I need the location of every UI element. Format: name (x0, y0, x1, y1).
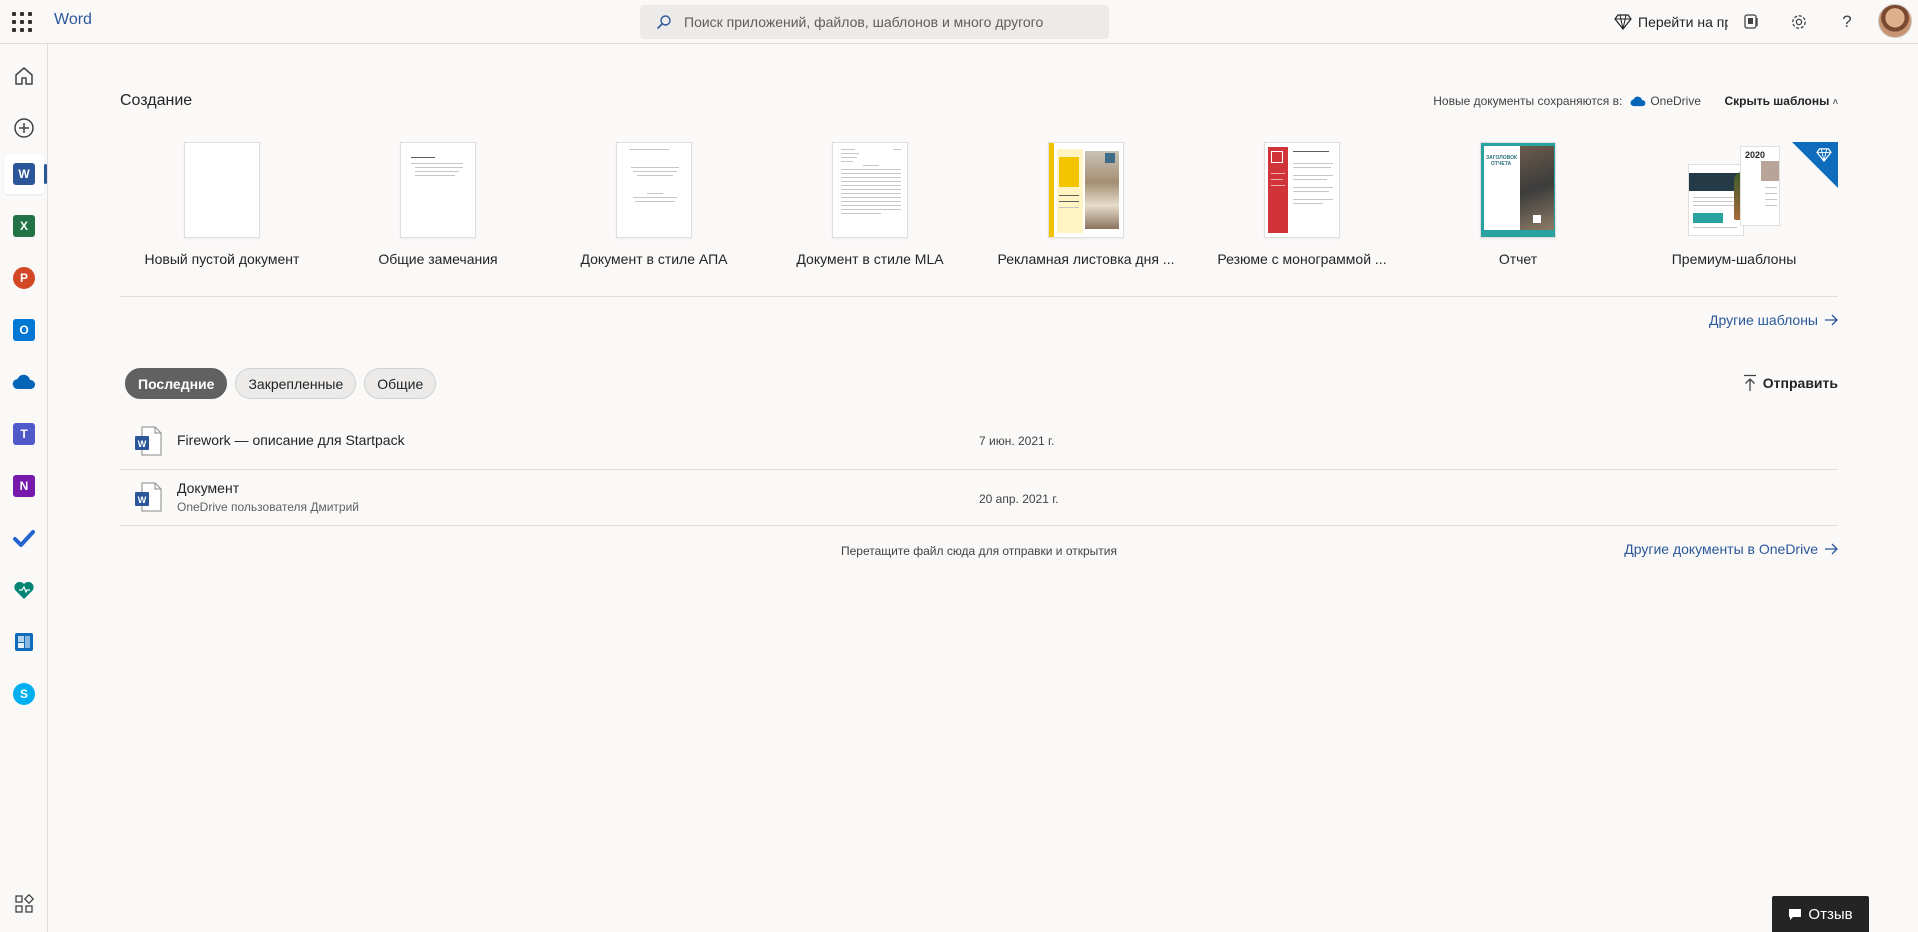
onenote-app-icon[interactable]: N (4, 466, 44, 506)
home-icon[interactable] (4, 56, 44, 96)
template-monogram-resume[interactable]: Резюме с монограммой ... (1194, 142, 1410, 267)
template-label: Премиум-шаблоны (1671, 251, 1797, 267)
template-general-notes[interactable]: Общие замечания (330, 142, 546, 267)
template-mla[interactable]: Документ в стиле MLA (762, 142, 978, 267)
save-location-label: Новые документы сохраняются в: (1433, 94, 1623, 108)
tab-recent[interactable]: Последние (125, 368, 228, 399)
chevron-up-icon: ˄ (1832, 97, 1838, 107)
premium-template-thumbnail: 2020 (1686, 142, 1782, 238)
search-icon (657, 15, 671, 29)
onedrive-icon (1630, 96, 1646, 106)
drop-hint: Перетащите файл сюда для отправки и откр… (841, 544, 1117, 558)
upload-label: Отправить (1762, 375, 1838, 391)
divider (120, 296, 1838, 297)
help-icon[interactable]: ? (1834, 9, 1860, 35)
settings-gear-icon[interactable] (1786, 9, 1812, 35)
hide-templates-button[interactable]: Скрыть шаблоны ˄ (1724, 94, 1838, 108)
file-date: 7 июн. 2021 г. (979, 434, 1055, 448)
template-thumbnail (400, 142, 476, 238)
top-bar: Word Перейти на премиум ? (0, 0, 1918, 44)
all-apps-icon[interactable] (4, 884, 44, 924)
file-row[interactable]: W Firework — описание для Startpack 7 ию… (120, 414, 1838, 470)
skype-app-icon[interactable]: S (4, 674, 44, 714)
template-gallery: Новый пустой документ Общие замечания До… (120, 142, 1838, 314)
template-apa[interactable]: Документ в стиле АПА (546, 142, 762, 267)
arrow-right-icon (1825, 543, 1838, 555)
svg-text:W: W (138, 495, 147, 505)
onedrive-app-icon[interactable] (4, 362, 44, 402)
create-section-title: Создание (120, 92, 193, 109)
sway-app-icon[interactable] (4, 622, 44, 662)
template-thumbnail (616, 142, 692, 238)
create-new-icon[interactable] (4, 108, 44, 148)
more-templates-label: Другие шаблоны (1708, 312, 1818, 328)
feedback-button[interactable]: Отзыв (1772, 896, 1869, 932)
family-safety-icon[interactable] (4, 570, 44, 610)
upload-button[interactable]: Отправить (1743, 374, 1838, 392)
premium-button[interactable]: Перейти на премиум (1614, 10, 1728, 34)
template-thumbnail (184, 142, 260, 238)
template-label: Документ в стиле АПА (580, 251, 728, 267)
tab-pinned[interactable]: Закрепленные (235, 368, 357, 399)
save-location-value[interactable]: OneDrive (1650, 94, 1701, 108)
file-name[interactable]: Документ (177, 480, 239, 496)
app-name[interactable]: Word (54, 11, 92, 29)
search-box[interactable] (640, 5, 1109, 39)
template-thumbnail: ЗАГОЛОВОК ОТЧЕТА (1480, 142, 1556, 238)
template-thumbnail (1048, 142, 1124, 238)
template-label: Резюме с монограммой ... (1217, 251, 1387, 267)
powerpoint-app-icon[interactable]: P (4, 258, 44, 298)
report-thumb-title: ЗАГОЛОВОК ОТЧЕТА (1486, 155, 1518, 167)
upload-icon (1743, 374, 1756, 391)
template-blank[interactable]: Новый пустой документ (114, 142, 330, 267)
file-name[interactable]: Firework — описание для Startpack (177, 432, 405, 448)
template-label: Документ в стиле MLA (796, 251, 944, 267)
premium-label: Перейти на премиум (1638, 14, 1728, 30)
file-filter-tabs: Последние Закрепленные Общие (125, 368, 444, 399)
more-templates-link[interactable]: Другие шаблоны (1709, 312, 1838, 328)
diamond-icon (1816, 148, 1832, 162)
feedback-label: Отзыв (1808, 905, 1853, 923)
comment-icon (1789, 908, 1802, 920)
word-app-icon[interactable]: W (4, 154, 47, 194)
app-rail: W X P O T N S (0, 44, 48, 932)
teams-app-icon[interactable]: T (4, 414, 44, 454)
search-input[interactable] (684, 5, 1094, 39)
word-document-icon: W (135, 482, 162, 512)
template-thumbnail (832, 142, 908, 238)
save-location-info: Новые документы сохраняются в: OneDrive (1433, 94, 1701, 108)
word-document-icon: W (135, 426, 162, 456)
template-report[interactable]: ЗАГОЛОВОК ОТЧЕТА Отчет (1410, 142, 1626, 267)
template-label: Новый пустой документ (144, 251, 300, 267)
file-location: OneDrive пользователя Дмитрий (177, 500, 359, 514)
todo-app-icon[interactable] (4, 518, 44, 558)
outlook-app-icon[interactable]: O (4, 310, 44, 350)
file-date: 20 апр. 2021 г. (979, 492, 1059, 506)
svg-text:W: W (138, 439, 147, 449)
tab-shared[interactable]: Общие (364, 368, 437, 399)
premium-thumb-year: 2020 (1745, 150, 1766, 160)
template-label: Общие замечания (378, 251, 498, 267)
app-launcher-icon[interactable] (10, 10, 34, 34)
excel-app-icon[interactable]: X (4, 206, 44, 246)
hide-templates-label: Скрыть шаблоны (1724, 94, 1830, 108)
template-flyer[interactable]: Рекламная листовка дня ... (978, 142, 1194, 267)
avatar[interactable] (1878, 4, 1912, 38)
arrow-right-icon (1825, 314, 1838, 326)
template-label: Отчет (1498, 251, 1538, 267)
diamond-icon (1614, 14, 1632, 30)
template-thumbnail (1264, 142, 1340, 238)
file-row[interactable]: W Документ OneDrive пользователя Дмитрий… (120, 470, 1838, 526)
template-label: Рекламная листовка дня ... (997, 251, 1175, 267)
more-docs-label: Другие документы в OneDrive (1624, 541, 1818, 557)
feed-icon[interactable] (1738, 9, 1764, 35)
more-docs-link[interactable]: Другие документы в OneDrive (1624, 541, 1838, 557)
